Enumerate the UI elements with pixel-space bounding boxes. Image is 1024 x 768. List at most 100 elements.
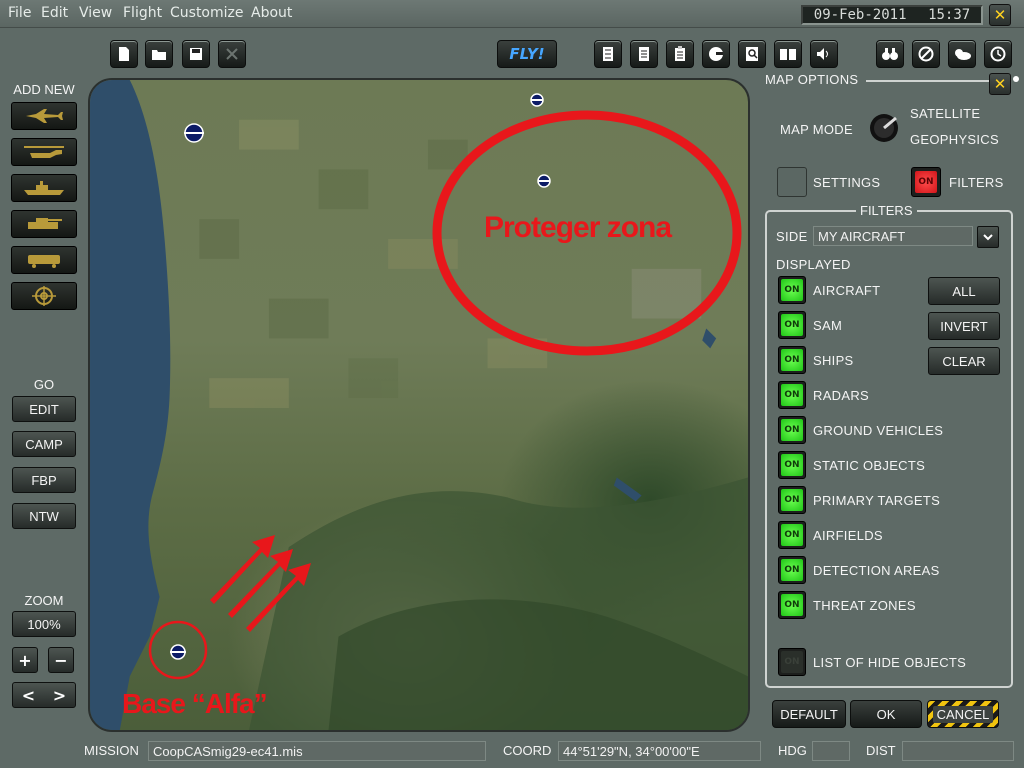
close-app-button[interactable]: ✕ bbox=[989, 4, 1011, 26]
zoom-page-button[interactable] bbox=[738, 40, 766, 68]
new-file-icon bbox=[119, 47, 129, 61]
filter-airfields-label: AIRFIELDS bbox=[813, 528, 883, 543]
filter-state: ON bbox=[781, 279, 803, 301]
save-button[interactable] bbox=[182, 40, 210, 68]
mode-satellite-label[interactable]: SATELLITE bbox=[910, 106, 980, 121]
mode-geophysics-label[interactable]: GEOPHYSICS bbox=[910, 132, 999, 147]
filter-ships-toggle[interactable]: ON bbox=[778, 346, 806, 374]
book-button[interactable] bbox=[774, 40, 802, 68]
filter-clear-button[interactable]: CLEAR bbox=[928, 347, 1000, 375]
ok-button[interactable]: OK bbox=[850, 700, 922, 728]
arrows-icon bbox=[210, 535, 311, 632]
add-new-label: ADD NEW bbox=[13, 82, 75, 97]
go-ntw-button[interactable]: NTW bbox=[12, 503, 76, 529]
menu-edit[interactable]: Edit bbox=[41, 5, 68, 21]
add-train-button[interactable] bbox=[11, 246, 77, 274]
map-options-title: MAP OPTIONS bbox=[765, 72, 859, 87]
calculator-button[interactable] bbox=[594, 40, 622, 68]
filter-primary-targets-toggle[interactable]: ON bbox=[778, 486, 806, 514]
helicopter-icon bbox=[24, 146, 64, 158]
go-camp-button[interactable]: CAMP bbox=[12, 431, 76, 457]
menu-flight[interactable]: Flight bbox=[123, 5, 162, 21]
coord-field: 44°51'29"N, 34°00'00"E bbox=[558, 741, 761, 761]
filter-threat-zones-toggle[interactable]: ON bbox=[778, 591, 806, 619]
divider-end-dot bbox=[1013, 76, 1019, 82]
filter-ships-label: SHIPS bbox=[813, 353, 854, 368]
clipboard-button[interactable] bbox=[666, 40, 694, 68]
settings-toggle[interactable] bbox=[777, 167, 807, 197]
filter-detection-areas-toggle[interactable]: ON bbox=[778, 556, 806, 584]
filters-toggle-label: FILTERS bbox=[949, 175, 1004, 190]
filter-state: ON bbox=[781, 594, 803, 616]
cancel-button[interactable]: CANCEL bbox=[927, 700, 999, 728]
add-vehicle-button[interactable] bbox=[11, 210, 77, 238]
side-label: SIDE bbox=[776, 229, 808, 244]
speaker-icon bbox=[817, 48, 828, 60]
filter-state: ON bbox=[781, 314, 803, 336]
filter-ground-vehicles-label: GROUND VEHICLES bbox=[813, 423, 944, 438]
time-text: 15:37 bbox=[928, 7, 971, 23]
clipboard-icon bbox=[675, 46, 685, 61]
map-mode-knob[interactable] bbox=[866, 112, 902, 144]
pilot-head-icon bbox=[709, 47, 723, 61]
no-entry-icon bbox=[918, 46, 934, 62]
train-icon bbox=[28, 255, 60, 268]
menu-customize[interactable]: Customize bbox=[170, 5, 244, 21]
menu-bar: File Edit View Flight Customize About 09… bbox=[0, 0, 1024, 28]
go-edit-button[interactable]: EDIT bbox=[12, 396, 76, 422]
restrict-button[interactable] bbox=[912, 40, 940, 68]
default-button[interactable]: DEFAULT bbox=[772, 700, 846, 728]
menu-about[interactable]: About bbox=[251, 5, 292, 21]
sound-button[interactable] bbox=[810, 40, 838, 68]
binoculars-icon bbox=[882, 48, 898, 60]
menu-file[interactable]: File bbox=[8, 5, 31, 21]
filter-all-button[interactable]: ALL bbox=[928, 277, 1000, 305]
filter-state: ON bbox=[781, 454, 803, 476]
add-target-button[interactable] bbox=[11, 282, 77, 310]
filters-toggle[interactable]: ON bbox=[911, 167, 941, 197]
filter-airfields-toggle[interactable]: ON bbox=[778, 521, 806, 549]
delete-icon bbox=[226, 48, 238, 60]
map-mode-label: MAP MODE bbox=[780, 122, 853, 137]
zoom-level-button[interactable]: 100% bbox=[12, 611, 76, 637]
chevron-down-icon bbox=[983, 234, 993, 241]
date-time-display: 09-Feb-2011 15:37 bbox=[801, 5, 983, 25]
map-view[interactable]: Proteger zona Base “Alfa” bbox=[88, 78, 750, 732]
side-dropdown-button[interactable] bbox=[977, 226, 999, 248]
new-file-button[interactable] bbox=[110, 40, 138, 68]
minus-icon: − bbox=[54, 650, 68, 670]
filter-state: ON bbox=[781, 384, 803, 406]
filter-invert-button[interactable]: INVERT bbox=[928, 312, 1000, 340]
add-ship-button[interactable] bbox=[11, 174, 77, 202]
delete-button[interactable] bbox=[218, 40, 246, 68]
go-fbp-button[interactable]: FBP bbox=[12, 467, 76, 493]
filters-toggle-state: ON bbox=[915, 171, 937, 193]
time-button[interactable] bbox=[984, 40, 1012, 68]
aircraft-marker-icon bbox=[530, 93, 544, 107]
hide-objects-toggle[interactable]: ON bbox=[778, 648, 806, 676]
filter-state: ON bbox=[781, 524, 803, 546]
chevron-left-icon[interactable]: < bbox=[22, 686, 35, 705]
open-button[interactable] bbox=[145, 40, 173, 68]
filter-ground-vehicles-toggle[interactable]: ON bbox=[778, 416, 806, 444]
filters-title: FILTERS bbox=[856, 203, 917, 218]
hdg-label: HDG bbox=[778, 743, 807, 758]
pilot-button[interactable] bbox=[702, 40, 730, 68]
weather-button[interactable] bbox=[948, 40, 976, 68]
close-map-options-button[interactable]: ✕ bbox=[989, 73, 1011, 95]
zoom-in-button[interactable]: + bbox=[12, 647, 38, 673]
aircraft-icon bbox=[26, 109, 63, 123]
menu-view[interactable]: View bbox=[79, 5, 112, 21]
add-helicopter-button[interactable] bbox=[11, 138, 77, 166]
side-select[interactable]: MY AIRCRAFT bbox=[813, 226, 973, 246]
add-aircraft-button[interactable] bbox=[11, 102, 77, 130]
binoculars-button[interactable] bbox=[876, 40, 904, 68]
filter-static-objects-toggle[interactable]: ON bbox=[778, 451, 806, 479]
zoom-out-button[interactable]: − bbox=[48, 647, 74, 673]
filter-radars-toggle[interactable]: ON bbox=[778, 381, 806, 409]
filter-sam-toggle[interactable]: ON bbox=[778, 311, 806, 339]
filter-aircraft-toggle[interactable]: ON bbox=[778, 276, 806, 304]
fly-button[interactable]: FLY! bbox=[497, 40, 557, 68]
chevron-right-icon[interactable]: > bbox=[53, 686, 66, 705]
briefing-button[interactable] bbox=[630, 40, 658, 68]
